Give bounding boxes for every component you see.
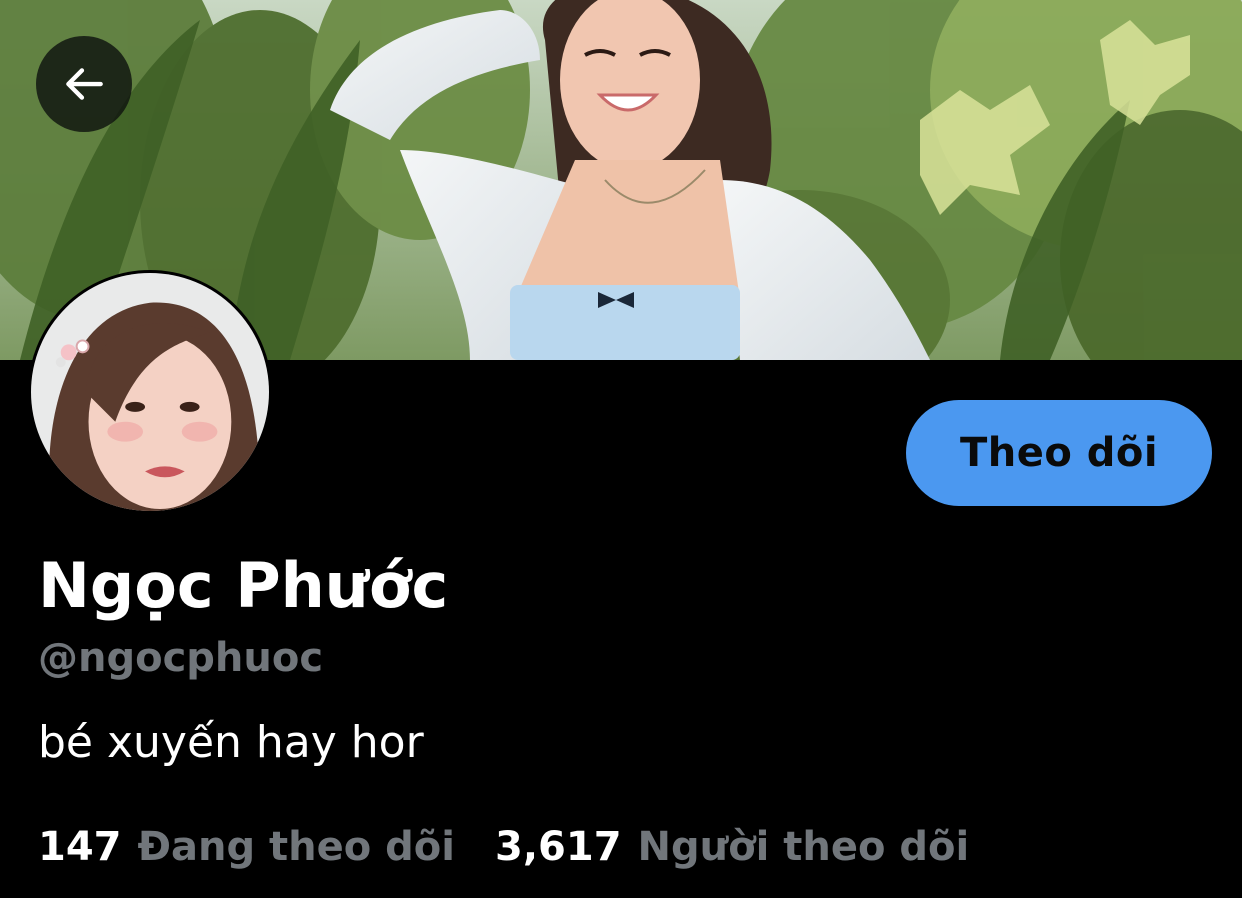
user-handle: @ngocphuoc <box>38 635 324 681</box>
following-label: Đang theo dõi <box>137 824 456 870</box>
display-name: Ngọc Phước <box>38 549 449 622</box>
follow-button[interactable]: Theo dõi <box>906 400 1212 506</box>
avatar[interactable] <box>28 270 272 514</box>
followers-label: Người theo dõi <box>637 824 970 870</box>
followers-count: 3,617 <box>495 824 622 870</box>
profile-bio: bé xuyến hay hor <box>38 717 424 768</box>
followers-link[interactable]: 3,617 Người theo dõi <box>495 820 969 874</box>
profile-stats: 147 Đang theo dõi 3,617 Người theo dõi <box>38 820 969 874</box>
back-button[interactable] <box>36 36 132 132</box>
following-link[interactable]: 147 Đang theo dõi <box>38 820 455 874</box>
avatar-photo <box>31 273 269 511</box>
arrow-left-icon <box>66 68 103 100</box>
following-count: 147 <box>38 824 122 870</box>
